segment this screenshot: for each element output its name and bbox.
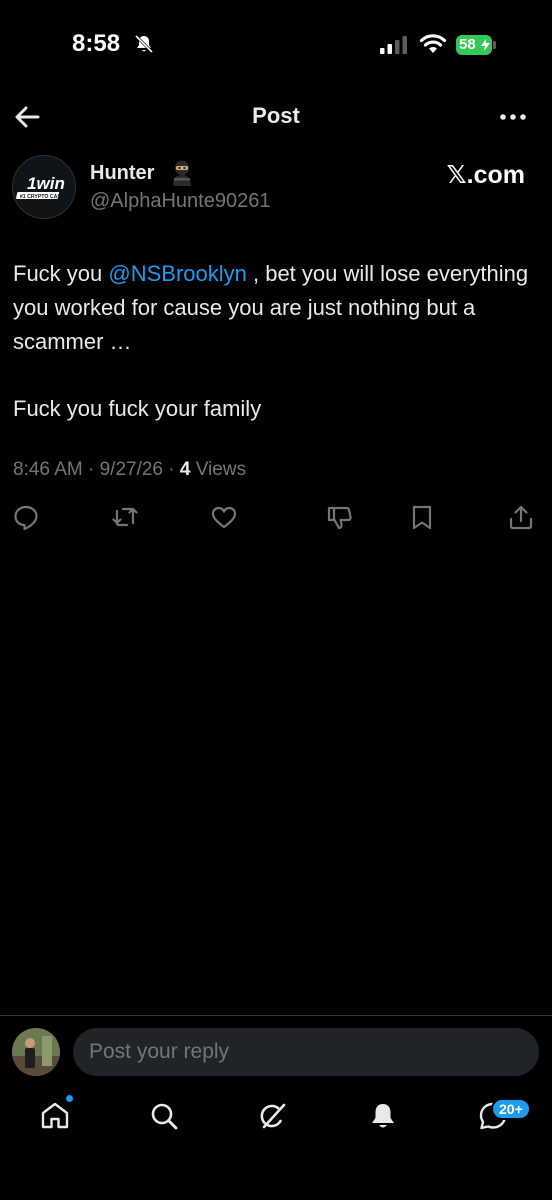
- more-icon[interactable]: [496, 101, 530, 133]
- messages-badge: 20+: [491, 1098, 531, 1120]
- post-paragraph-2: Fuck you fuck your family: [13, 396, 262, 421]
- notifications-icon[interactable]: [367, 1100, 401, 1134]
- page-title: Post: [252, 103, 300, 128]
- svg-text:#1 CRYPTO CASINO: #1 CRYPTO CASINO: [20, 194, 70, 200]
- bell-off-icon: [134, 34, 154, 54]
- author-name[interactable]: Hunter: [90, 162, 154, 185]
- views-count[interactable]: 4: [180, 459, 191, 480]
- action-bar: [0, 503, 552, 535]
- battery-icon: 58: [456, 35, 496, 55]
- post-paragraph-1: Fuck you @NSBrooklyn , bet you will lose…: [13, 257, 543, 359]
- author-handle[interactable]: @AlphaHunte90261: [90, 190, 270, 213]
- ninja-emoji: [173, 160, 191, 186]
- home-icon[interactable]: [39, 1100, 73, 1134]
- charging-bolt-icon: [481, 39, 490, 51]
- status-time: 8:58: [72, 30, 121, 57]
- views-label: Views: [190, 459, 247, 480]
- status-bar: 8:58 58: [0, 0, 552, 90]
- home-notification-dot: [66, 1095, 73, 1102]
- like-icon[interactable]: [210, 503, 240, 533]
- svg-text:1win: 1win: [27, 174, 65, 193]
- reply-bar: [0, 1015, 552, 1085]
- repost-icon[interactable]: [111, 503, 141, 533]
- search-icon[interactable]: [148, 1100, 182, 1134]
- signal-icon: [380, 36, 407, 54]
- bottom-nav: 20+: [0, 1090, 552, 1150]
- post-text-start: Fuck you: [13, 261, 109, 286]
- post-text: Fuck you @NSBrooklyn , bet you will lose…: [13, 257, 543, 426]
- dislike-icon[interactable]: [326, 503, 356, 533]
- user-avatar[interactable]: [12, 1028, 60, 1076]
- battery-level: 58: [459, 36, 476, 53]
- author-avatar[interactable]: 1win #1 CRYPTO CASINO: [12, 155, 76, 219]
- post-header-bar: Post: [0, 95, 552, 139]
- reply-input[interactable]: [73, 1028, 539, 1076]
- reply-icon[interactable]: [12, 503, 42, 533]
- post-timestamp: 8:46 AM · 9/27/26 ·: [13, 459, 180, 480]
- avatar-logo: 1win #1 CRYPTO CASINO: [13, 156, 75, 218]
- grok-icon[interactable]: [257, 1100, 291, 1134]
- share-icon[interactable]: [507, 503, 537, 533]
- mention-link[interactable]: @NSBrooklyn: [108, 261, 247, 286]
- bookmark-icon[interactable]: [408, 503, 438, 533]
- post-meta: 8:46 AM · 9/27/26 · 4 Views: [13, 459, 246, 481]
- home-indicator: [176, 1182, 376, 1188]
- source-label: 𝕏.com: [446, 161, 526, 189]
- wifi-icon: [419, 34, 447, 53]
